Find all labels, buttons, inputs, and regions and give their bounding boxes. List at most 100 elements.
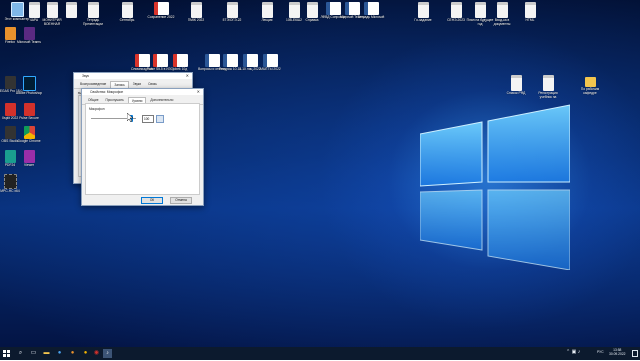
desktop-icon[interactable]: Тетрадь Microsoft [357,2,385,20]
photoshop-icon [22,76,36,91]
file-icon [417,2,429,18]
mic-dialog-titlebar[interactable]: Свойства: Микрофон ✕ [82,89,203,95]
desktop-icon[interactable]: Лекция [253,2,281,23]
start-button[interactable] [2,349,11,358]
file-icon [46,2,58,18]
desktop-icon[interactable]: HTML [516,2,544,23]
levels-panel: Микрофон 100 [85,103,200,195]
tab-recording[interactable]: Запись [110,81,129,88]
pdf24-icon [4,150,16,163]
file-icon [510,75,522,91]
desktop-icon-label: Гo-задание [414,18,432,22]
chrome-icon [23,126,35,139]
file-icon [87,2,99,18]
clock[interactable]: 13:58 30.09.2022 [609,348,626,357]
desktop-icon[interactable]: Тетрадь Презентации [79,2,107,27]
level-value: 100 [144,117,150,121]
file-icon [261,2,273,18]
desktop-icon-label: ПМЖ 2022 [187,18,205,22]
tab-sounds[interactable]: Звуки [130,81,144,88]
ok-button[interactable]: ОК [141,197,163,204]
sound-settings-taskbar-icon[interactable]: ♪ [103,349,112,358]
tray-icons[interactable]: ⌃ ▣ ♪ [566,349,580,355]
desktop-icon-label: Adobe Photoshop [15,91,43,95]
tab-playback[interactable]: Воспроизведение [77,81,109,88]
desktop-icon-label: MPC-HC x64 [0,189,20,193]
notifications-icon[interactable] [632,350,638,357]
desktop-icon[interactable]: ПМЖ 2022 [182,2,210,23]
desktop-icon-label: Microsoft Teams [17,40,41,44]
tab-communications[interactable]: Связь [145,81,160,88]
explorer-icon[interactable]: ▬ [42,349,51,358]
mouse-cursor-icon [127,113,133,122]
windows-logo-wallpaper [420,104,570,270]
desktop: Этот компьютер 4АРА МОНИТРИЯ ВОЕННАЯ Тетрад… [0,0,640,347]
vegas-icon [4,76,16,89]
desktop-icon[interactable]: ЕГЭ/ОГЭ-22 [218,2,246,23]
file-icon [226,2,238,18]
desktop-icon[interactable]: Список РФД [502,75,530,96]
cancel-button[interactable]: Отмена [170,197,192,204]
file-icon [524,2,536,18]
desktop-icon[interactable]: ЗАЧЁТЫ 2022 [256,54,284,72]
desktop-icon[interactable]: Google Chrome [15,126,43,144]
desktop-icon-label: HTML [525,18,535,22]
microphone-properties-dialog: Свойства: Микрофон ✕ Общие Прослушать Ур… [81,88,204,206]
mute-speaker-icon[interactable] [156,115,164,123]
pdf-icon [153,2,169,15]
doc-icon [363,2,379,15]
windows-start-icon [3,350,10,357]
file-icon [474,2,486,18]
desktop-icon-label: Сентябрь [119,18,135,22]
desktop-icon[interactable]: Adobe Photoshop [15,76,43,96]
level-label: Микрофон [89,107,105,111]
firefox-taskbar-icon[interactable]: ● [68,349,77,358]
xsplit-icon [4,103,16,116]
desktop-icon-label: Тетрадь Microsoft [357,15,385,19]
desktop-icon[interactable]: Pulse Secure [15,103,43,121]
level-value-box[interactable]: 100 [142,115,154,123]
film-icon [3,174,17,189]
file-icon [542,75,554,91]
sound-dialog-titlebar[interactable]: Звук ✕ [74,73,192,79]
desktop-icon[interactable]: jobek 10д [166,54,194,72]
edge-icon[interactable]: ● [55,349,64,358]
firefox-icon [4,27,16,40]
keyboard-language[interactable]: РУС [597,350,604,354]
task-view-icon[interactable]: ▭ [29,349,38,358]
file-icon [190,2,202,18]
desktop-icon-label: Лекция [261,18,273,22]
taskbar: ⌕ ▭ ▬ ● ● ● ◉ ♪ ⌃ ▣ ♪ РУС 13:58 30.09.20… [0,347,640,360]
desktop-icon[interactable]: Viewer [15,150,43,168]
folder-icon [584,77,596,87]
desktop-icon-label: Регистрация учебник на [538,91,558,99]
mic-dialog-title: Свойства: Микрофон [90,90,124,94]
desktop-icon[interactable]: Регистрация учебник на [534,75,562,100]
desktop-icon-label: ЕГЭ/ОГЭ-22 [222,18,242,22]
desktop-icon-label: ЗАЧЁТЫ 2022 [259,67,281,71]
desktop-icon[interactable]: Гo-задание [409,2,437,23]
desktop-icon-label: Сохранение 2022 [147,15,175,19]
desktop-icon-label: Google Chrome [17,139,41,143]
desktop-icon[interactable]: Сентябрь [113,2,141,23]
chrome-taskbar-icon[interactable]: ● [81,349,90,358]
desktop-icon[interactable]: Вход-ка в документы [488,2,516,27]
file-icon [450,2,462,18]
record-icon[interactable]: ◉ [92,349,101,358]
sound-dialog-title: Звук [82,74,89,78]
desktop-icon-label: Тетрадь Презентации [83,18,103,26]
desktop-icon-label: Вход-ка в документы [493,18,511,26]
obs-icon [4,126,16,139]
close-icon[interactable]: ✕ [186,73,189,79]
desktop-icon[interactable]: По рабочим кафедре [576,75,604,96]
desktop-icon-label: Pulse Secure [19,116,39,120]
desktop-icon[interactable]: MPC-HC x64 [0,174,24,194]
file-icon [496,2,508,18]
clock-date: 30.09.2022 [609,352,626,357]
desktop-icon[interactable]: Microsoft Teams [15,27,43,45]
close-icon[interactable]: ✕ [197,89,200,95]
desktop-icon[interactable]: Сохранение 2022 [147,2,175,20]
desktop-icon-label: По рабочим кафедре [580,87,600,95]
file-icon [65,2,77,18]
search-icon[interactable]: ⌕ [16,349,25,358]
